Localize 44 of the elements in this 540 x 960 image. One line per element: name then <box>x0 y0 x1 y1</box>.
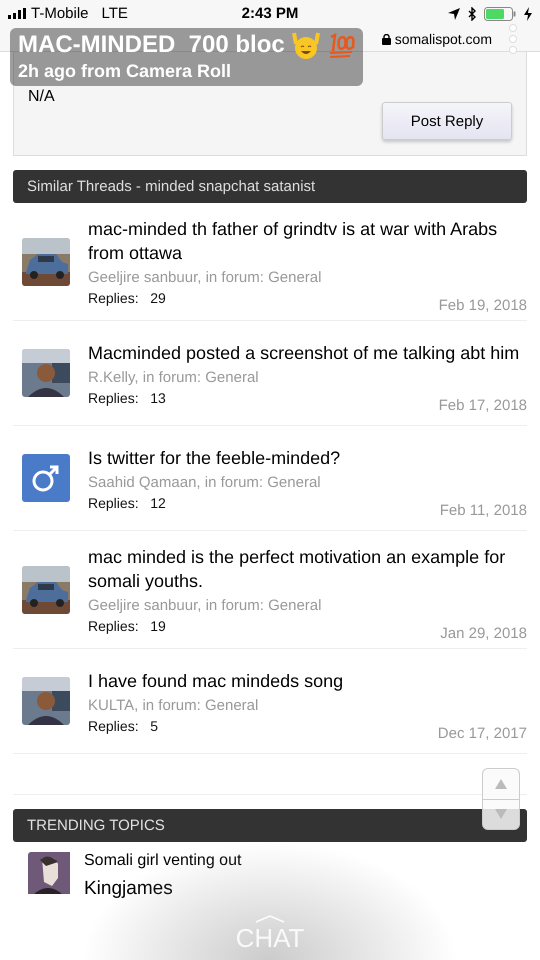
thread-meta: KULTA, in forum: General <box>88 696 260 714</box>
trending-title[interactable]: Somali girl venting out <box>84 852 512 870</box>
charging-bolt-icon <box>524 6 532 20</box>
snap-subtitle: 2h ago from Camera Roll <box>18 60 232 82</box>
reply-field[interactable]: N/A <box>28 88 55 106</box>
thread-title[interactable]: Is twitter for the feeble-minded? <box>88 446 527 470</box>
bluetooth-icon <box>468 6 476 20</box>
scroll-up-icon[interactable] <box>495 778 507 789</box>
lock-icon <box>382 34 391 44</box>
carrier-name: T-Mobile <box>31 5 89 22</box>
scroll-down-icon[interactable] <box>495 809 507 820</box>
thread-date: Feb 19, 2018 <box>438 297 527 314</box>
url-text[interactable]: somalispot.com <box>394 31 492 47</box>
clock-time: 2:43 PM <box>242 5 298 22</box>
location-arrow-icon <box>448 8 460 20</box>
raised-hands-emoji-icon <box>290 30 321 60</box>
reply-count: Replies: 5 <box>88 718 158 734</box>
thread-meta: R.Kelly, in forum: General <box>88 368 260 386</box>
reply-count: Replies: 12 <box>88 494 166 510</box>
battery-icon <box>484 6 516 20</box>
thread-date: Jan 29, 2018 <box>440 625 527 642</box>
thread-title[interactable]: mac-minded th father of grindtv is at war with Arabs from ottawa <box>88 217 527 265</box>
chevron-up-icon <box>255 915 285 923</box>
thread-meta: Geeljire sanbuur, in forum: General <box>88 269 322 286</box>
signal-icon <box>8 8 26 19</box>
thread-meta: Saahid Qamaan, in forum: General <box>88 474 322 490</box>
thread-date: Dec 17, 2017 <box>438 724 527 742</box>
thread-title[interactable]: mac minded is the perfect motivation an example for somali youths. <box>88 545 527 593</box>
thread-date: Feb 17, 2018 <box>438 396 527 414</box>
thread-title[interactable]: Macminded posted a screenshot of me talking abt him <box>88 340 527 364</box>
more-options-icon[interactable] <box>508 24 518 54</box>
thread-date: Feb 11, 2018 <box>440 502 527 518</box>
section-header: TRENDING TOPICS <box>13 809 527 842</box>
reply-count: Replies: 19 <box>88 618 166 634</box>
network-type: LTE <box>102 5 128 22</box>
post-reply-button[interactable]: Post Reply <box>382 102 512 140</box>
section-header: Similar Threads - minded snapchat satanist <box>13 170 527 203</box>
male-sign-avatar-icon <box>22 454 70 502</box>
thread-meta: Geeljire sanbuur, in forum: General <box>88 597 322 614</box>
trending-author: Kingjames <box>84 878 174 900</box>
reply-count: Replies: 29 <box>88 290 166 306</box>
snap-caption: MAC-MINDED 700 bloc <box>18 30 285 60</box>
thread-title[interactable]: I have found mac mindeds song <box>88 668 527 692</box>
reply-count: Replies: 13 <box>88 390 166 406</box>
